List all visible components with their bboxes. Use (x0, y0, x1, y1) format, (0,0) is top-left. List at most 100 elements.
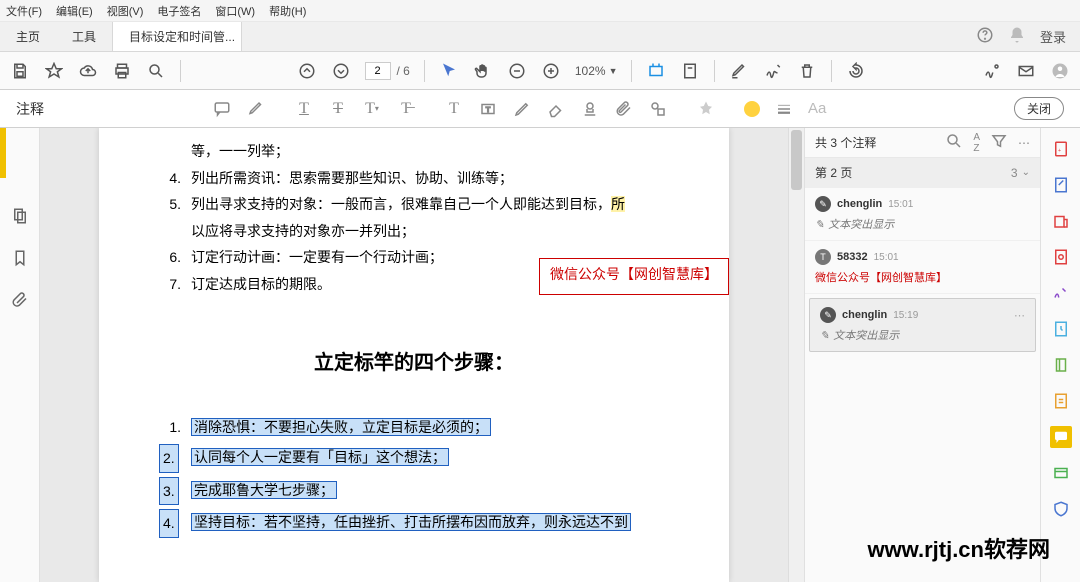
bookmark-icon[interactable] (10, 248, 30, 268)
highlight[interactable]: 认同每个人一定要有「目标」这个想法； (191, 448, 449, 466)
mail-icon[interactable] (1016, 61, 1036, 81)
shapes-icon[interactable] (648, 99, 668, 119)
text-replace-icon[interactable]: T̶ (396, 99, 416, 119)
vertical-scrollbar[interactable] (788, 128, 804, 582)
comment-tool-icon[interactable] (1050, 426, 1072, 448)
menu-file[interactable]: 文件(F) (6, 3, 42, 19)
color-swatch[interactable] (744, 101, 760, 117)
section-label: 第 2 页 (815, 164, 1011, 181)
shield-icon[interactable] (1050, 498, 1072, 520)
attachment-icon[interactable] (10, 290, 30, 310)
more-comments-icon[interactable]: ⋯ (1018, 136, 1030, 150)
star-icon[interactable] (44, 61, 64, 81)
textbox-icon[interactable]: T (478, 99, 498, 119)
save-icon[interactable] (10, 61, 30, 81)
doc-line: 消除恐惧：不要担心失败，立定目标是必须的； (191, 414, 669, 441)
doc-line: 列出所需资讯：思索需要那些知识、协助、训练等； (191, 165, 669, 192)
menu-esign[interactable]: 电子签名 (157, 3, 201, 19)
fit-page-icon[interactable] (680, 61, 700, 81)
text-style-icon[interactable]: Aa (808, 100, 826, 117)
scrollbar-thumb[interactable] (791, 130, 802, 190)
export-pdf-icon[interactable] (1050, 210, 1072, 232)
search-comments-icon[interactable] (945, 132, 963, 153)
page-input[interactable] (365, 62, 391, 80)
menu-window[interactable]: 窗口(W) (215, 3, 255, 19)
menu-help[interactable]: 帮助(H) (269, 3, 306, 19)
organize-icon[interactable] (1050, 246, 1072, 268)
fit-width-icon[interactable] (646, 61, 666, 81)
comments-page-section[interactable]: 第 2 页 3 ⌄ (805, 158, 1040, 188)
left-sidebar (0, 128, 40, 582)
comment-item[interactable]: T5833215:01 微信公众号【网创智慧库】 (805, 241, 1040, 294)
doc-line: 认同每个人一定要有「目标」这个想法； (191, 444, 669, 473)
tab-home[interactable]: 主页 (0, 22, 56, 51)
comment-icon[interactable] (212, 99, 232, 119)
pencil-icon[interactable] (512, 99, 532, 119)
search-icon[interactable] (146, 61, 166, 81)
attach-icon[interactable] (614, 99, 634, 119)
close-anno-button[interactable]: 关闭 (1014, 97, 1064, 120)
sign-tool-icon[interactable] (1050, 282, 1072, 304)
edit-pdf-icon[interactable] (1050, 174, 1072, 196)
comment-item[interactable]: ✎chenglin15:01 ✎文本突出显示 (805, 188, 1040, 241)
tab-document-label: 目标设定和时间管... (129, 28, 235, 45)
comment-author: chenglin (837, 198, 882, 210)
protect-icon[interactable] (1050, 318, 1072, 340)
comment-menu-icon[interactable]: ⋯ (1014, 309, 1025, 322)
sort-comments-icon[interactable]: AZ (973, 132, 980, 154)
comment-type: 文本突出显示 (833, 327, 899, 343)
thumbnails-icon[interactable] (10, 206, 30, 226)
pin-icon[interactable] (696, 99, 716, 119)
annotate-icon[interactable] (729, 61, 749, 81)
highlight-icon[interactable] (246, 99, 266, 119)
compress-icon[interactable] (1050, 354, 1072, 376)
text-underline-icon[interactable]: T (294, 99, 314, 119)
tab-tools[interactable]: 工具 (56, 22, 112, 51)
page-up-icon[interactable] (297, 61, 317, 81)
login-button[interactable]: 登录 (1040, 27, 1066, 46)
line-weight-icon[interactable] (774, 99, 794, 119)
text-caret-icon[interactable]: T▾ (362, 99, 382, 119)
sidebar-handle[interactable] (0, 128, 6, 178)
cloud-up-icon[interactable] (78, 61, 98, 81)
pointer-icon[interactable] (439, 61, 459, 81)
delete-icon[interactable] (797, 61, 817, 81)
zoom-out-icon[interactable] (507, 61, 527, 81)
hand-icon[interactable] (473, 61, 493, 81)
redact-icon[interactable] (1050, 462, 1072, 484)
highlight[interactable]: 坚持目标：若不坚持，任由挫折、打击所摆布因而放弃，则永远达不到 (191, 513, 631, 531)
menu-view[interactable]: 视图(V) (107, 3, 144, 19)
doc-line: 列出寻求支持的对象：一般而言，很难靠自己一个人即能达到目标，所 (191, 191, 669, 218)
tab-document[interactable]: 目标设定和时间管... × (112, 22, 242, 51)
bell-icon[interactable] (1008, 26, 1026, 47)
sign-icon[interactable] (763, 61, 783, 81)
annotation-toolbar: 注释 T T T▾ T̶ T T Aa 关闭 (0, 90, 1080, 128)
menu-edit[interactable]: 编辑(E) (56, 3, 93, 19)
print-icon[interactable] (112, 61, 132, 81)
stamp-icon[interactable] (580, 99, 600, 119)
text-strike-icon[interactable]: T (328, 99, 348, 119)
section-count: 3 (1011, 166, 1018, 180)
highlight[interactable]: 消除恐惧：不要担心失败，立定目标是必须的； (191, 418, 491, 436)
create-pdf-icon[interactable]: + (1050, 138, 1072, 160)
comment-time: 15:01 (874, 252, 899, 263)
svg-text:+: + (1058, 148, 1061, 154)
comment-type: 文本突出显示 (828, 216, 894, 232)
zoom-in-icon[interactable] (541, 61, 561, 81)
highlight[interactable]: 完成耶鲁大学七步骤； (191, 481, 337, 499)
eraser-icon[interactable] (546, 99, 566, 119)
sign2-icon[interactable] (982, 61, 1002, 81)
highlight[interactable]: 所 (611, 196, 625, 212)
rotate-icon[interactable] (846, 61, 866, 81)
page-down-icon[interactable] (331, 61, 351, 81)
zoom-level[interactable]: 102%▼ (575, 64, 618, 78)
comment-time: 15:19 (893, 310, 918, 321)
filter-comments-icon[interactable] (990, 132, 1008, 153)
addtext-icon[interactable]: T (444, 99, 464, 119)
document-viewport[interactable]: 等，一一列举； 4.列出所需资讯：思索需要那些知识、协助、训练等； 5.列出寻求… (40, 128, 788, 582)
fill-sign-icon[interactable] (1050, 390, 1072, 412)
help-icon[interactable] (976, 26, 994, 47)
text-annotation[interactable]: 微信公众号【网创智慧库】 (539, 258, 729, 295)
profile-icon[interactable] (1050, 61, 1070, 81)
comment-item-active[interactable]: ✎chenglin15:19⋯ ✎文本突出显示 (809, 298, 1036, 352)
